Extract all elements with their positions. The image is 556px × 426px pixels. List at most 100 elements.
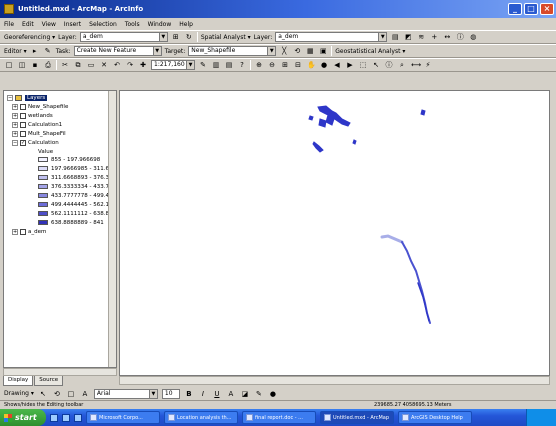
copy-icon[interactable]: ⧉ [73, 60, 83, 70]
back-extent-icon[interactable]: ◀ [332, 60, 342, 70]
measure-icon[interactable]: ↔ [442, 32, 452, 42]
edit-pointer-icon[interactable]: ▸ [30, 46, 40, 56]
editor-menu[interactable]: Editor ▾ [4, 48, 27, 55]
close-button[interactable]: × [540, 3, 554, 15]
new-document-icon[interactable]: □ [4, 60, 14, 70]
globe-icon[interactable]: ◍ [468, 32, 478, 42]
layer-checkbox[interactable] [20, 112, 26, 119]
font-select[interactable]: Arial ▼ [93, 388, 158, 399]
quick-launch-media-icon[interactable] [74, 413, 82, 422]
toc-vertical-scrollbar[interactable] [108, 91, 116, 367]
taskbar-item[interactable]: ArcGIS Desktop Help [398, 411, 472, 424]
sketch-properties-icon[interactable]: ▣ [318, 46, 328, 56]
marker-color-icon[interactable]: ● [268, 389, 278, 399]
fill-color-icon[interactable]: ◪ [240, 389, 250, 399]
target-select[interactable]: New_Shapefile ▼ [188, 46, 277, 56]
quick-launch-ie-icon[interactable] [50, 413, 58, 422]
hillshade-icon[interactable]: ◩ [403, 32, 413, 42]
zoom-out-tool-icon[interactable]: ⊖ [267, 60, 277, 70]
expand-icon[interactable]: + [12, 121, 18, 128]
georeferencing-menu[interactable]: Georeferencing ▾ [4, 34, 55, 41]
arctoolbox-icon[interactable]: ▥ [211, 60, 221, 70]
histogram-icon[interactable]: ▤ [390, 32, 400, 42]
georef-layer-select[interactable]: a_dem ▼ [79, 32, 168, 42]
menu-window[interactable]: Window [148, 21, 172, 28]
find-icon[interactable]: ⌕ [397, 60, 407, 70]
fixed-zoom-in-icon[interactable]: ⊞ [280, 60, 290, 70]
toc-item-calculation1[interactable]: + Calculation1 [12, 120, 62, 129]
fit-to-display-icon[interactable]: ⊞ [171, 32, 181, 42]
identify-tool-icon[interactable]: ⓘ [384, 60, 394, 70]
paste-icon[interactable]: ▭ [86, 60, 96, 70]
save-icon[interactable]: ▪ [30, 60, 40, 70]
tab-display[interactable]: Display [3, 376, 34, 386]
identify-icon[interactable]: ⓘ [455, 32, 465, 42]
cut-icon[interactable]: ✂ [60, 60, 70, 70]
open-folder-icon[interactable]: ◫ [17, 60, 27, 70]
expand-icon[interactable]: + [12, 103, 18, 110]
italic-button[interactable]: I [198, 389, 208, 399]
expand-icon[interactable]: + [12, 112, 18, 119]
layer-checkbox[interactable] [20, 103, 26, 110]
zoom-in-tool-icon[interactable]: ⊕ [254, 60, 264, 70]
toc-item-calculation[interactable]: − ✓ Calculation [12, 138, 59, 147]
delete-icon[interactable]: ✕ [99, 60, 109, 70]
text-tool-icon[interactable]: A [80, 389, 90, 399]
layer-checkbox[interactable] [20, 130, 26, 137]
expand-icon[interactable]: + [12, 130, 18, 137]
toc-item-mult-shapefile[interactable]: + Mult_ShapeFil [12, 129, 66, 138]
geostatistical-menu[interactable]: Geostatistical Analyst ▾ [335, 48, 405, 55]
zoom-in-icon[interactable]: + [429, 32, 439, 42]
redo-icon[interactable]: ↷ [125, 60, 135, 70]
toc-item-a-dem[interactable]: + a_dem [12, 227, 46, 236]
rectangle-icon[interactable]: □ [66, 389, 76, 399]
contour-icon[interactable]: ≋ [416, 32, 426, 42]
attributes-icon[interactable]: ▦ [305, 46, 315, 56]
underline-button[interactable]: U [212, 389, 222, 399]
scale-select[interactable]: 1:217,160 ▼ [151, 60, 195, 70]
toc-item-new-shapefile[interactable]: + New_Shapefile [12, 102, 68, 111]
task-select[interactable]: Create New Feature ▼ [73, 46, 162, 56]
measure-tool-icon[interactable]: ⟷ [410, 60, 421, 70]
help-icon[interactable]: ? [237, 60, 247, 70]
collapse-icon[interactable]: − [7, 94, 13, 101]
map-display[interactable] [119, 90, 550, 376]
select-features-icon[interactable]: ⬚ [358, 60, 368, 70]
sketch-pencil-icon[interactable]: ✎ [43, 46, 53, 56]
start-button[interactable]: start [0, 409, 46, 426]
spatial-layer-select[interactable]: a_dem ▼ [275, 32, 388, 42]
command-line-icon[interactable]: ▤ [224, 60, 234, 70]
toc-layers-root[interactable]: − Layers [7, 93, 48, 102]
fixed-zoom-out-icon[interactable]: ⊟ [293, 60, 303, 70]
menu-insert[interactable]: Insert [64, 21, 81, 28]
menu-selection[interactable]: Selection [89, 21, 117, 28]
pan-icon[interactable]: ✋ [306, 60, 316, 70]
bold-button[interactable]: B [184, 389, 194, 399]
menu-view[interactable]: View [42, 21, 56, 28]
rotate-element-icon[interactable]: ⟲ [52, 389, 62, 399]
taskbar-item[interactable]: final report.doc - ... [242, 411, 316, 424]
toc-item-wetlands[interactable]: + wetlands [12, 111, 53, 120]
undo-icon[interactable]: ↶ [112, 60, 122, 70]
tab-source[interactable]: Source [34, 376, 64, 386]
menu-tools[interactable]: Tools [125, 21, 140, 28]
taskbar-item[interactable]: Microsoft Corpo... [86, 411, 160, 424]
font-color-icon[interactable]: A [226, 389, 236, 399]
forward-extent-icon[interactable]: ▶ [345, 60, 355, 70]
map-horizontal-scrollbar[interactable] [119, 376, 550, 385]
full-extent-icon[interactable]: ● [319, 60, 329, 70]
select-elements-icon[interactable]: ↖ [371, 60, 381, 70]
quick-launch-desktop-icon[interactable] [62, 413, 70, 422]
rotate-icon[interactable]: ↻ [184, 32, 194, 42]
split-tool-icon[interactable]: ╳ [279, 46, 289, 56]
layer-checkbox[interactable] [20, 121, 26, 128]
drawing-menu[interactable]: Drawing ▾ [4, 390, 34, 397]
menu-help[interactable]: Help [179, 21, 193, 28]
editor-toolbar-icon[interactable]: ✎ [198, 60, 208, 70]
rotate-tool-icon[interactable]: ⟲ [292, 46, 302, 56]
minimize-button[interactable]: _ [508, 3, 522, 15]
taskbar-item[interactable]: Location analysis th... [164, 411, 238, 424]
expand-icon[interactable]: + [12, 228, 18, 235]
hyperlink-icon[interactable]: ⚡ [423, 60, 433, 70]
print-icon[interactable]: ⎙ [43, 60, 53, 70]
